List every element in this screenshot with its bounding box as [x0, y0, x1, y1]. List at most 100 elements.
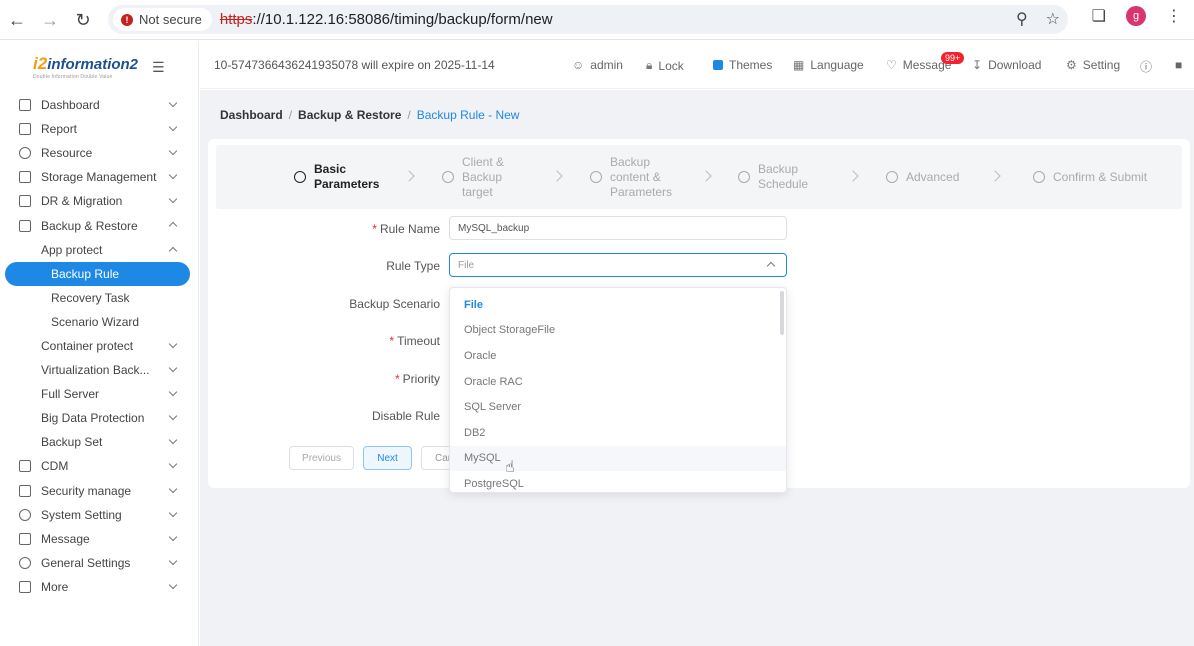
wizard-steps: Basic Parameters Client & Backup target Bac… — [216, 145, 1182, 209]
sidebar-item-container-protect[interactable]: Container protect — [0, 334, 198, 358]
language-button[interactable]: ▦ Language — [793, 58, 864, 72]
user-icon: ☺ — [572, 58, 585, 72]
home-icon — [19, 99, 31, 112]
chevron-down-icon — [168, 171, 178, 180]
migration-icon — [19, 195, 31, 208]
rule-type-label: Rule Type — [386, 259, 440, 273]
breadcrumb: Dashboard / Backup & Restore / Backup Rule -… — [220, 108, 520, 122]
next-button[interactable]: Next — [363, 446, 412, 470]
rule-type-select[interactable]: File — [449, 253, 787, 277]
breadcrumb-current: Backup Rule - New — [416, 108, 520, 122]
option-object-storage-file[interactable]: Object StorageFile — [450, 318, 786, 344]
setting-button[interactable]: ⚙ Setting — [1066, 58, 1120, 72]
previous-button[interactable]: Previous — [289, 446, 354, 470]
chevron-up-icon — [766, 261, 776, 271]
not-secure-chip[interactable]: ! Not secure — [113, 8, 212, 31]
sidebar-item-backup-rule[interactable]: Backup Rule — [5, 261, 190, 286]
sidebar-item-big-data-protection[interactable]: Big Data Protection — [0, 406, 198, 430]
app-header: 10-5747366436241935078 will expire on 20… — [200, 41, 1194, 89]
chevron-up-icon — [168, 246, 178, 255]
resource-icon — [19, 147, 31, 160]
sidebar-item-general-settings[interactable]: General Settings — [0, 551, 198, 575]
themes-button[interactable]: Themes — [713, 58, 772, 72]
sidebar: i2information2 Double Information Double… — [0, 41, 199, 646]
chevron-down-icon — [168, 532, 178, 541]
browser-menu-icon[interactable]: ⋮ — [1166, 6, 1182, 26]
chevron-down-icon — [168, 484, 178, 493]
url-text[interactable]: https://10.1.122.16:58086/timing/backup/… — [220, 11, 553, 28]
logo: i2information2 Double Information Double… — [0, 41, 198, 93]
back-arrow-icon[interactable]: ← — [0, 3, 34, 37]
option-sql-server[interactable]: SQL Server — [450, 394, 786, 420]
step-circle-icon — [442, 171, 454, 183]
step-backup-schedule[interactable]: Backup Schedule — [738, 145, 808, 209]
sidebar-item-recovery-task[interactable]: Recovery Task — [0, 286, 198, 310]
sidebar-item-system-setting[interactable]: System Setting — [0, 503, 198, 527]
reload-icon[interactable]: ↻ — [66, 3, 100, 37]
bookmark-star-icon[interactable]: ☆ — [1046, 9, 1060, 29]
dropdown-scrollbar[interactable] — [780, 291, 784, 335]
step-basic-parameters[interactable]: Basic Parameters — [294, 145, 379, 209]
sidebar-item-app-protect[interactable]: App protect — [0, 238, 198, 262]
sidebar-item-dr-migration[interactable]: DR & Migration — [0, 189, 198, 213]
forward-arrow-icon[interactable]: → — [33, 3, 67, 37]
cdm-icon — [19, 460, 31, 473]
rule-name-input[interactable]: MySQL_backup — [449, 216, 787, 240]
option-mysql[interactable]: MySQL — [450, 445, 786, 472]
step-circle-icon — [294, 171, 306, 183]
chevron-down-icon — [168, 556, 178, 566]
rule-name-label: * Rule Name — [372, 222, 440, 236]
download-button[interactable]: ↧ Download — [972, 58, 1041, 72]
sidebar-item-storage-management[interactable]: Storage Management — [0, 165, 198, 189]
lock-button[interactable]: 🔒︎ Lock — [646, 58, 684, 73]
sidebar-item-more[interactable]: More — [0, 575, 198, 599]
more-icon — [19, 580, 31, 593]
sidebar-item-cdm[interactable]: CDM — [0, 454, 198, 478]
rule-type-dropdown: File Object StorageFile Oracle Oracle RA… — [449, 287, 787, 493]
chevron-down-icon — [168, 436, 178, 445]
browser-toolbar: ← → ↻ ! Not secure https://10.1.122.16:5… — [0, 0, 1194, 40]
logo-wordmark: i2information2 — [33, 54, 139, 73]
url-scheme: https — [219, 11, 253, 28]
option-db2[interactable]: DB2 — [450, 420, 786, 446]
admin-menu[interactable]: ☺ admin — [572, 58, 623, 72]
sidebar-item-security-manage[interactable]: Security manage — [0, 479, 198, 503]
step-confirm-submit[interactable]: Confirm & Submit — [1033, 145, 1147, 209]
sidebar-item-report[interactable]: Report — [0, 117, 198, 141]
zoom-icon[interactable]: ⚲ — [1016, 9, 1028, 29]
chevron-right-icon — [551, 170, 563, 182]
breadcrumb-dashboard[interactable]: Dashboard — [220, 108, 283, 122]
option-postgresql[interactable]: PostgreSQL — [450, 471, 786, 492]
chevron-down-icon — [168, 460, 178, 469]
message-icon — [19, 532, 31, 545]
chevron-right-icon — [989, 170, 1001, 182]
step-backup-content[interactable]: Backup content & Parameters — [590, 145, 672, 209]
sidebar-item-virtualization-backup[interactable]: Virtualization Back... — [0, 358, 198, 382]
gear-icon: ⚙ — [1066, 58, 1077, 72]
chevron-down-icon — [168, 508, 178, 517]
option-oracle-rac[interactable]: Oracle RAC — [450, 369, 786, 395]
sidebar-item-resource[interactable]: Resource — [0, 141, 198, 165]
profile-avatar[interactable]: g — [1126, 6, 1146, 26]
address-bar[interactable]: ! Not secure https://10.1.122.16:58086/t… — [108, 5, 1068, 34]
sidebar-item-dashboard[interactable]: Dashboard — [0, 93, 198, 117]
option-oracle[interactable]: Oracle — [450, 343, 786, 369]
logo-tagline: Double Information Double Value — [33, 74, 113, 80]
license-expiry-text: 10-5747366436241935078 will expire on 20… — [214, 57, 495, 72]
option-file[interactable]: File — [450, 292, 786, 318]
extensions-icon[interactable]: ❏ — [1092, 6, 1106, 26]
step-client-backup-target[interactable]: Client & Backup target — [442, 145, 504, 209]
step-advanced[interactable]: Advanced — [886, 145, 959, 209]
breadcrumb-backup-restore[interactable]: Backup & Restore — [298, 108, 401, 122]
collapse-menu-icon[interactable]: ☰ — [152, 59, 165, 76]
sidebar-item-backup-restore[interactable]: Backup & Restore — [0, 213, 198, 237]
message-count-badge: 99+ — [941, 52, 965, 64]
sidebar-item-full-server[interactable]: Full Server — [0, 382, 198, 406]
warning-icon: ! — [121, 13, 133, 26]
help-icon[interactable]: ⓘ — [1140, 58, 1152, 75]
chat-icon[interactable]: ■ — [1175, 58, 1182, 72]
sidebar-item-message[interactable]: Message — [0, 527, 198, 551]
sidebar-item-scenario-wizard[interactable]: Scenario Wizard — [0, 310, 198, 334]
sidebar-item-backup-set[interactable]: Backup Set — [0, 430, 198, 454]
chevron-down-icon — [168, 411, 178, 421]
